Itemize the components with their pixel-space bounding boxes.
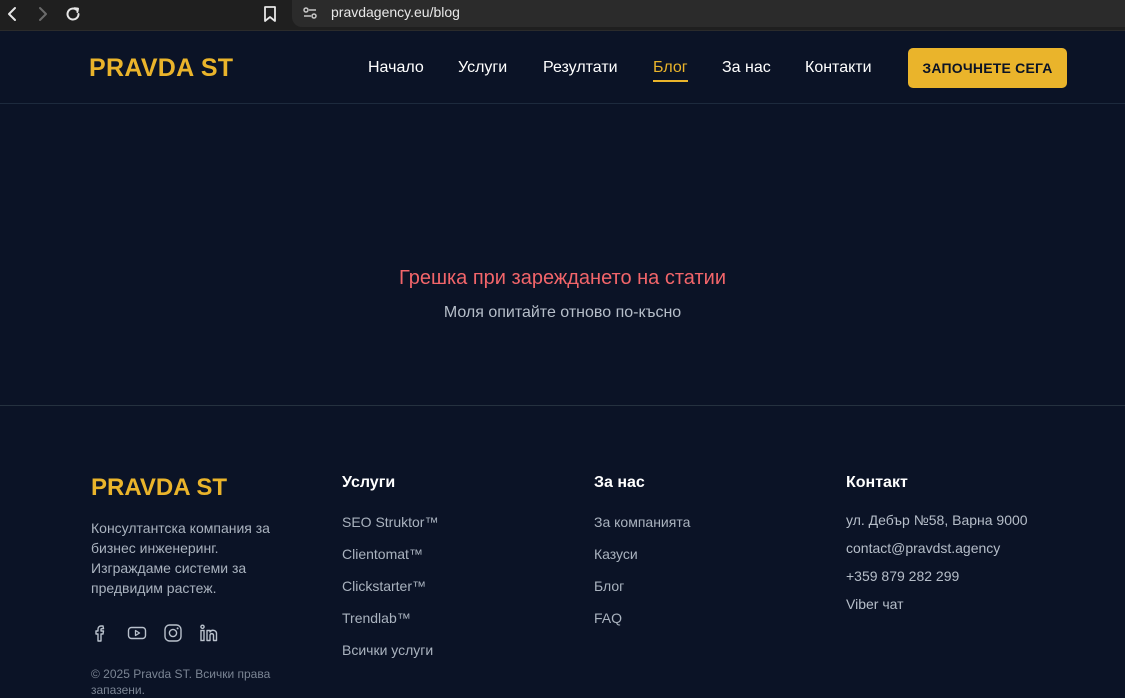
footer-services-column: Услуги SEO Struktor™ Clientomat™ Clickst…	[342, 474, 438, 658]
nav-about[interactable]: За нас	[722, 59, 771, 77]
bookmark-icon	[264, 6, 276, 22]
back-button[interactable]	[2, 3, 24, 25]
footer-link-clientomat[interactable]: Clientomat™	[342, 546, 423, 562]
site-settings-icon[interactable]	[302, 5, 318, 26]
footer-about-column: За нас За компанията Казуси Блог FAQ	[594, 474, 690, 626]
instagram-icon[interactable]	[163, 623, 185, 645]
address-bar[interactable]: pravdagency.eu/blog	[292, 0, 1125, 27]
facebook-icon[interactable]	[91, 623, 113, 645]
footer-link-cases[interactable]: Казуси	[594, 546, 638, 562]
contact-email[interactable]: contact@pravdst.agency	[846, 540, 1000, 556]
reload-icon	[66, 7, 80, 21]
forward-arrow-icon	[39, 7, 47, 21]
footer-services-heading: Услуги	[342, 474, 396, 491]
footer-about-heading: За нас	[594, 474, 645, 491]
copyright-text: © 2025 Pravda ST. Всички права запазени.	[91, 667, 271, 697]
footer-link-faq[interactable]: FAQ	[594, 610, 622, 626]
contact-address: ул. Дебър №58, Варна 9000	[846, 512, 1028, 528]
site-logo[interactable]: PRAVDA ST	[89, 54, 233, 83]
site-footer: PRAVDA ST Консултантска компания за бизн…	[0, 405, 1125, 697]
back-arrow-icon	[8, 7, 16, 21]
error-subtitle: Моля опитайте отново по-късно	[443, 304, 682, 321]
nav-contacts[interactable]: Контакти	[805, 59, 872, 77]
bookmark-button[interactable]	[259, 3, 281, 25]
nav-blog[interactable]: Блог	[653, 59, 688, 82]
footer-contact-heading: Контакт	[846, 474, 908, 491]
error-message: Грешка при зареждането на статии	[398, 267, 726, 289]
get-started-button[interactable]: ЗАПОЧНЕТЕ СЕГА	[908, 48, 1067, 88]
footer-logo[interactable]: PRAVDA ST	[91, 474, 227, 502]
nav-results[interactable]: Резултати	[543, 59, 618, 77]
nav-home[interactable]: Начало	[368, 59, 424, 77]
reload-button[interactable]	[62, 3, 84, 25]
youtube-icon[interactable]	[127, 623, 149, 645]
footer-link-seo-struktor[interactable]: SEO Struktor™	[342, 514, 438, 530]
contact-viber[interactable]: Viber чат	[846, 596, 904, 612]
url-text[interactable]: pravdagency.eu/blog	[331, 4, 460, 20]
linkedin-icon[interactable]	[199, 623, 221, 645]
browser-toolbar: pravdagency.eu/blog	[0, 0, 1125, 31]
footer-link-clickstarter[interactable]: Clickstarter™	[342, 578, 426, 594]
contact-phone[interactable]: +359 879 282 299	[846, 568, 959, 584]
footer-description: Консултантска компания за бизнес инженер…	[91, 520, 270, 596]
forward-button[interactable]	[31, 3, 53, 25]
footer-link-blog[interactable]: Блог	[594, 578, 624, 594]
blog-main: Грешка при зареждането на статии Моля оп…	[0, 105, 1125, 405]
footer-link-company[interactable]: За компанията	[594, 514, 690, 530]
nav-services[interactable]: Услуги	[458, 59, 507, 77]
footer-contact-column: Контакт ул. Дебър №58, Варна 9000 contac…	[846, 474, 1028, 612]
footer-link-trendlab[interactable]: Trendlab™	[342, 610, 411, 626]
site-header: PRAVDA ST Начало Услуги Резултати Блог З…	[0, 31, 1125, 104]
footer-link-all-services[interactable]: Всички услуги	[342, 642, 433, 658]
